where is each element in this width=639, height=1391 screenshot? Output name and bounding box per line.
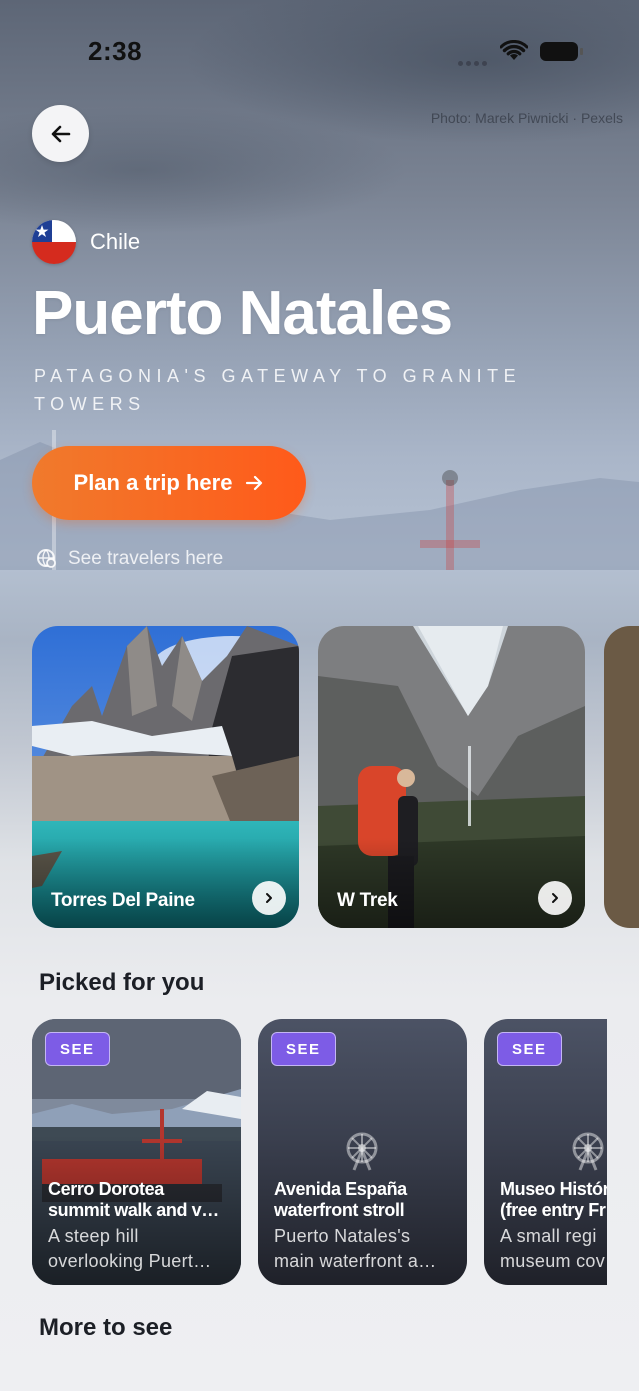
back-button[interactable]: [32, 105, 89, 162]
picked-card-title: Avenida España waterfront stroll: [274, 1179, 459, 1221]
picked-card-desc-line: A small regi: [500, 1226, 597, 1246]
hero-card-torres-del-paine[interactable]: Torres Del Paine: [32, 626, 299, 928]
picked-card-title-line: waterfront stroll: [274, 1200, 405, 1220]
picked-card-title: Cerro Dorotea summit walk and v…: [48, 1179, 233, 1221]
picked-card-description: A steep hill overlooking Puert…: [48, 1224, 233, 1274]
picked-card-title-line: Museo Históri: [500, 1179, 607, 1199]
hero-card-w-trek[interactable]: W Trek: [318, 626, 585, 928]
hero-card-label: Torres Del Paine: [51, 890, 195, 911]
page-title: Puerto Natales: [32, 279, 453, 348]
picked-card-title-line: summit walk and v…: [48, 1200, 219, 1220]
country-name: Chile: [90, 229, 141, 254]
picked-card-desc-line: overlooking Puert…: [48, 1251, 212, 1271]
status-bar: 2:38: [0, 0, 639, 100]
status-time: 2:38: [88, 36, 143, 66]
picked-card-title-line: Avenida España: [274, 1179, 407, 1199]
wifi-icon: [500, 40, 528, 60]
picked-card-desc-line: Puerto Natales's: [274, 1226, 411, 1246]
see-travelers-link[interactable]: See travelers here: [36, 548, 223, 570]
battery-icon: [540, 42, 583, 61]
hero-carousel[interactable]: Torres Del Paine W Trek: [32, 626, 639, 928]
picked-card-title: Museo Históri (free entry Fr: [500, 1179, 607, 1221]
picked-card[interactable]: SEE Avenida España waterfront stroll Pue…: [258, 1019, 467, 1285]
plan-trip-label: Plan a trip here: [73, 470, 233, 495]
cellular-signal-icon: [458, 53, 490, 71]
picked-card-desc-line: main waterfront a…: [274, 1251, 437, 1271]
photo-credit[interactable]: Photo: Marek Piwnicki · Pexels: [431, 110, 623, 126]
arrow-left-icon: [51, 125, 70, 142]
ferris-wheel-icon: [572, 1132, 604, 1171]
globe-search-icon: [36, 548, 58, 570]
category-badge: SEE: [271, 1032, 336, 1066]
picked-carousel[interactable]: SEE Cerro Dorotea summit walk and v… A s…: [32, 1019, 607, 1285]
chevron-right-icon[interactable]: [252, 881, 286, 915]
more-section-title: More to see: [39, 1314, 173, 1341]
picked-card-title-line: Cerro Dorotea: [48, 1179, 164, 1199]
country-row: Chile: [32, 220, 140, 264]
chevron-right-icon[interactable]: [538, 881, 572, 915]
picked-card-description: Puerto Natales's main waterfront a…: [274, 1224, 459, 1274]
category-badge: SEE: [45, 1032, 110, 1066]
picked-card-desc-line: museum cov: [500, 1251, 606, 1271]
hero-card-label: W Trek: [337, 890, 398, 911]
picked-card-desc-line: A steep hill: [48, 1226, 139, 1246]
arrow-right-icon: [244, 473, 264, 493]
picked-card[interactable]: SEE Museo Históri (free entry Fr A small…: [484, 1019, 607, 1285]
page-subtitle: Patagonia's gateway to granite towers: [34, 366, 522, 414]
picked-section-title: Picked for you: [39, 969, 205, 996]
picked-card[interactable]: SEE Cerro Dorotea summit walk and v… A s…: [32, 1019, 241, 1285]
category-badge: SEE: [497, 1032, 562, 1066]
see-travelers-label: See travelers here: [68, 548, 224, 569]
hero-card-partial[interactable]: [604, 626, 639, 928]
chile-flag-icon: [32, 220, 76, 264]
plan-trip-button[interactable]: Plan a trip here: [32, 446, 306, 520]
picked-card-description: A small regi museum cov: [500, 1224, 607, 1274]
ferris-wheel-icon: [346, 1132, 378, 1171]
picked-card-title-line: (free entry Fr: [500, 1200, 606, 1220]
